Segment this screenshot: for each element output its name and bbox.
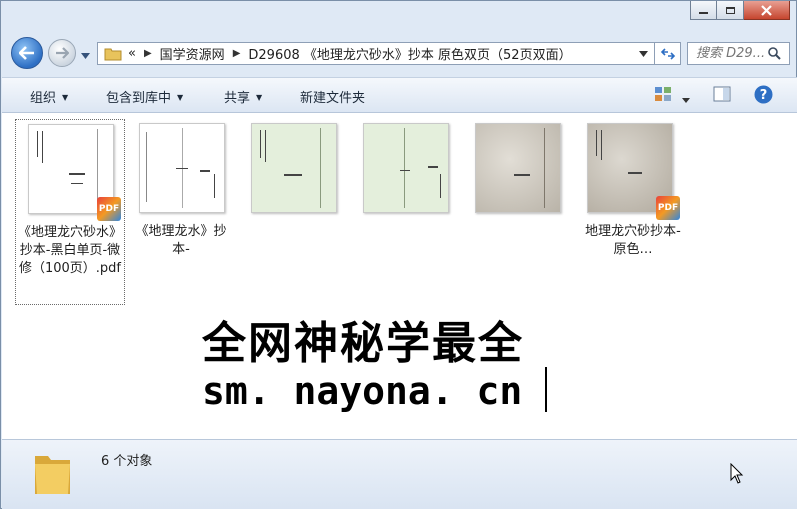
file-name[interactable]: 地理龙穴砂抄本-原色… — [579, 223, 687, 259]
details-pane: 6 个对象 — [2, 439, 797, 509]
watermark-url: sm. nayona. cn — [202, 369, 523, 413]
refresh-icon — [660, 47, 675, 60]
search-icon[interactable] — [768, 47, 781, 60]
back-button[interactable] — [11, 37, 43, 69]
search-box[interactable] — [687, 42, 790, 65]
pdf-icon: PDF — [656, 196, 680, 220]
forward-button[interactable] — [48, 39, 76, 67]
file-item[interactable] — [351, 119, 461, 305]
item-count: 6 个对象 — [101, 454, 153, 469]
address-dropdown-icon[interactable] — [639, 50, 648, 57]
pdf-thumbnail — [363, 123, 449, 213]
breadcrumb-current[interactable]: D29608 《地理龙穴砂水》抄本 原色双页（52页双面） — [248, 44, 571, 63]
chevron-down-icon: ▼ — [62, 93, 69, 102]
watermark-title: 全网神秘学最全 — [202, 318, 524, 369]
file-name[interactable]: 《地理龙穴砂水》抄本-黑白单页-微修（100页）.pdf — [16, 224, 124, 278]
maximize-icon — [725, 6, 735, 14]
chevron-down-icon: ▼ — [177, 93, 184, 102]
maximize-button[interactable] — [717, 1, 744, 20]
address-overflow[interactable]: « — [128, 46, 136, 61]
include-in-library-menu[interactable]: 包含到库中 ▼ — [106, 87, 183, 106]
address-row: « ▶ 国学资源网 ▶ D29608 《地理龙穴砂水》抄本 原色双页（52页双面… — [1, 37, 797, 71]
file-name[interactable]: 《地理龙水》抄本- — [127, 223, 235, 259]
close-icon — [761, 4, 772, 16]
folder-icon — [35, 456, 70, 494]
pdf-thumbnail — [251, 123, 337, 213]
svg-text:?: ? — [760, 88, 768, 103]
text-caret — [545, 367, 547, 412]
refresh-button[interactable] — [655, 42, 681, 65]
explorer-window: « ▶ 国学资源网 ▶ D29608 《地理龙穴砂水》抄本 原色双页（52页双面… — [0, 0, 797, 509]
pdf-icon: PDF — [97, 197, 121, 221]
file-item[interactable] — [239, 119, 349, 305]
search-input[interactable] — [696, 46, 768, 61]
help-button[interactable]: ? — [754, 85, 773, 107]
back-arrow-icon — [19, 46, 34, 60]
folder-icon — [104, 48, 122, 61]
help-icon: ? — [754, 85, 773, 104]
organize-menu[interactable]: 组织 ▼ — [30, 87, 68, 106]
window-caption-buttons — [690, 1, 790, 20]
new-folder-label: 新建文件夹 — [300, 91, 366, 106]
close-button[interactable] — [744, 1, 790, 20]
include-in-library-label: 包含到库中 — [106, 91, 172, 106]
file-item[interactable]: 《地理龙水》抄本- — [127, 119, 237, 305]
breadcrumb-separator-icon[interactable]: ▶ — [233, 48, 241, 59]
file-item[interactable]: PDF 地理龙穴砂抄本-原色… — [575, 119, 685, 305]
recent-pages-dropdown[interactable] — [81, 48, 90, 62]
forward-arrow-icon — [56, 47, 69, 59]
chevron-down-icon — [81, 53, 90, 59]
file-list-area[interactable]: PDF 《地理龙穴砂水》抄本-黑白单页-微修（100页）.pdf 《地理龙水》抄… — [2, 113, 797, 439]
view-icon — [655, 87, 671, 101]
pdf-thumbnail — [139, 123, 225, 213]
watermark-overlay: 全网神秘学最全 sm. nayona. cn — [198, 305, 602, 428]
breadcrumb-root[interactable]: 国学资源网 — [160, 44, 225, 63]
share-label: 共享 — [224, 91, 251, 106]
minimize-button[interactable] — [690, 1, 717, 20]
file-item[interactable]: PDF 《地理龙穴砂水》抄本-黑白单页-微修（100页）.pdf — [15, 119, 125, 305]
change-view-button[interactable] — [654, 86, 672, 105]
mouse-pointer-icon — [730, 463, 744, 484]
organize-label: 组织 — [30, 91, 57, 106]
new-folder-button[interactable]: 新建文件夹 — [300, 87, 365, 106]
chevron-down-icon — [682, 98, 690, 103]
preview-pane-button[interactable] — [713, 86, 731, 105]
breadcrumb-separator-icon[interactable]: ▶ — [144, 48, 152, 59]
address-bar[interactable]: « ▶ 国学资源网 ▶ D29608 《地理龙穴砂水》抄本 原色双页（52页双面… — [97, 42, 655, 65]
pdf-thumbnail — [475, 123, 561, 213]
chevron-down-icon: ▼ — [256, 93, 263, 102]
share-menu[interactable]: 共享 ▼ — [224, 87, 262, 106]
command-toolbar: 组织 ▼ 包含到库中 ▼ 共享 ▼ 新建文件夹 ? — [2, 77, 797, 113]
preview-pane-icon — [713, 86, 731, 102]
view-options-dropdown[interactable] — [682, 92, 690, 106]
file-item[interactable] — [463, 119, 573, 305]
minimize-icon — [699, 12, 708, 14]
